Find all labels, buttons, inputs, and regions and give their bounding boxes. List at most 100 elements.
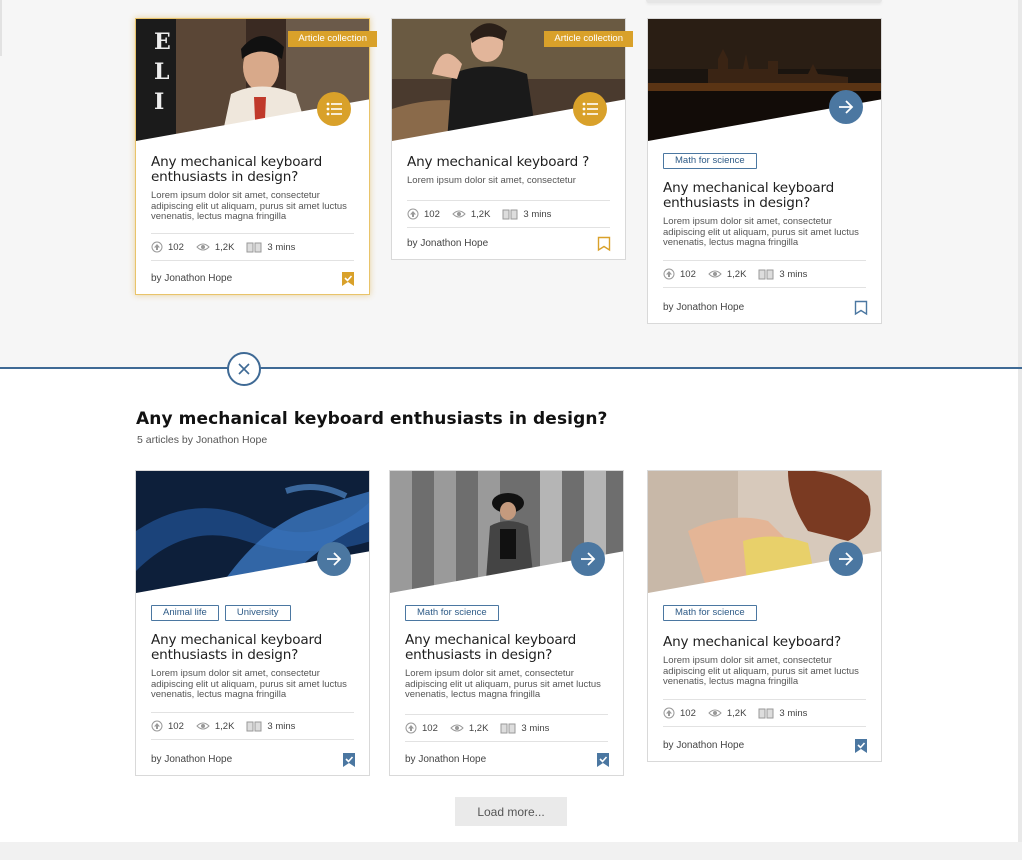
category-tag[interactable]: Animal life [151, 605, 219, 621]
bookmark-icon[interactable] [854, 738, 868, 754]
article-card[interactable]: Math for science Any mechanical keyboard… [647, 18, 882, 324]
eye-icon [708, 270, 722, 278]
read-time: 3 mins [521, 722, 550, 734]
book-icon [246, 242, 262, 252]
svg-text:L: L [154, 59, 169, 85]
article-title[interactable]: Any mechanical keyboard enthusiasts in d… [405, 633, 608, 663]
svg-text:E: E [154, 29, 171, 55]
upvote-count: 102 [168, 241, 184, 253]
eye-icon [196, 722, 210, 730]
category-tag[interactable]: Math for science [663, 153, 757, 169]
tag-list: Math for science [663, 153, 866, 169]
tag-list: Animal life University [151, 605, 354, 621]
author-name[interactable]: by Jonathon Hope [663, 740, 744, 751]
article-title[interactable]: Any mechanical keyboard enthusiasts in d… [151, 155, 354, 185]
article-stats: 102 1,2K 3 mins [407, 200, 610, 228]
list-icon [582, 102, 598, 116]
article-description: Lorem ipsum dolor sit amet, consectetur … [151, 190, 347, 223]
svg-text:I: I [154, 89, 164, 115]
book-icon [500, 723, 516, 733]
article-title[interactable]: Any mechanical keyboard enthusiasts in d… [663, 181, 866, 211]
eye-icon [450, 724, 464, 732]
book-icon [758, 269, 774, 279]
read-time: 3 mins [267, 720, 296, 732]
close-collection-button[interactable] [227, 352, 261, 386]
arrow-right-icon-button[interactable] [829, 542, 863, 576]
author-name[interactable]: by Jonathon Hope [405, 754, 486, 765]
bookmark-icon[interactable] [596, 752, 610, 768]
list-icon-button[interactable] [317, 92, 351, 126]
upvote-icon [663, 268, 675, 280]
article-card[interactable]: E L I Article collection Any mechanical … [135, 18, 377, 295]
arrow-right-icon-button[interactable] [571, 542, 605, 576]
arrow-right-icon-button[interactable] [829, 90, 863, 124]
article-stats: 102 1,2K 3 mins [663, 699, 866, 727]
upvote-icon [407, 208, 419, 220]
arrow-right-icon [327, 552, 342, 566]
bookmark-icon[interactable] [342, 752, 356, 768]
list-icon-button[interactable] [573, 92, 607, 126]
read-time: 3 mins [779, 268, 808, 280]
arrow-right-icon-button[interactable] [317, 542, 351, 576]
view-count: 1,2K [470, 208, 491, 220]
eye-icon [452, 210, 466, 218]
view-count: 1,2K [214, 241, 235, 253]
author-name[interactable]: by Jonathon Hope [151, 754, 232, 765]
article-card[interactable]: Math for science Any mechanical keyboard… [389, 470, 624, 776]
view-count: 1,2K [726, 707, 747, 719]
view-count: 1,2K [468, 722, 489, 734]
category-tag[interactable]: Math for science [405, 605, 499, 621]
tag-list: Math for science [663, 605, 866, 621]
read-time: 3 mins [779, 707, 808, 719]
load-more-button[interactable]: Load more... [455, 797, 567, 826]
bookmark-icon[interactable] [597, 236, 611, 252]
bookmark-icon[interactable] [854, 300, 868, 316]
upvote-count: 102 [680, 268, 696, 280]
article-stats: 102 1,2K 3 mins [663, 260, 866, 288]
view-count: 1,2K [214, 720, 235, 732]
author-name[interactable]: by Jonathon Hope [663, 302, 744, 313]
upvote-count: 102 [422, 722, 438, 734]
book-icon [246, 721, 262, 731]
author-name[interactable]: by Jonathon Hope [407, 238, 488, 249]
bookmark-icon[interactable] [341, 271, 355, 287]
article-description: Lorem ipsum dolor sit amet, consectetur … [663, 655, 859, 688]
category-tag[interactable]: Math for science [663, 605, 757, 621]
category-tag[interactable]: University [224, 605, 291, 621]
arrow-right-icon [839, 552, 854, 566]
article-title[interactable]: Any mechanical keyboard? [663, 635, 866, 650]
upvote-icon [663, 707, 675, 719]
section-divider [0, 367, 1022, 369]
collection-subtitle: 5 articles by Jonathon Hope [137, 434, 268, 446]
eye-icon [708, 709, 722, 717]
article-stats: 102 1,2K 3 mins [151, 712, 354, 740]
tag-list: Math for science [405, 605, 608, 621]
article-description: Lorem ipsum dolor sit amet, consectetur [407, 175, 576, 186]
close-icon [238, 363, 250, 375]
upvote-icon [151, 720, 163, 732]
article-description: Lorem ipsum dolor sit amet, consectetur … [151, 668, 347, 701]
upvote-count: 102 [424, 208, 440, 220]
article-card[interactable]: Animal life University Any mechanical ke… [135, 470, 370, 776]
upvote-icon [405, 722, 417, 734]
read-time: 3 mins [267, 241, 296, 253]
collection-title: Any mechanical keyboard enthusiasts in d… [136, 409, 608, 429]
upvote-count: 102 [168, 720, 184, 732]
ribbon-label: Article collection [288, 31, 377, 47]
article-title[interactable]: Any mechanical keyboard enthusiasts in d… [151, 633, 354, 663]
upvote-count: 102 [680, 707, 696, 719]
book-icon [758, 708, 774, 718]
article-description: Lorem ipsum dolor sit amet, consectetur … [663, 216, 859, 249]
article-description: Lorem ipsum dolor sit amet, consectetur … [405, 668, 601, 701]
article-card[interactable]: Math for science Any mechanical keyboard… [647, 470, 882, 762]
book-icon [502, 209, 518, 219]
partial-card-edge [646, 0, 882, 3]
article-title[interactable]: Any mechanical keyboard ? [407, 155, 610, 170]
article-card[interactable]: Article collection Any mechanical keyboa… [391, 18, 633, 260]
arrow-right-icon [839, 100, 854, 114]
article-stats: 102 1,2K 3 mins [405, 714, 608, 742]
ribbon-label: Article collection [544, 31, 633, 47]
edge-shadow [0, 0, 2, 56]
author-name[interactable]: by Jonathon Hope [151, 273, 232, 284]
view-count: 1,2K [726, 268, 747, 280]
